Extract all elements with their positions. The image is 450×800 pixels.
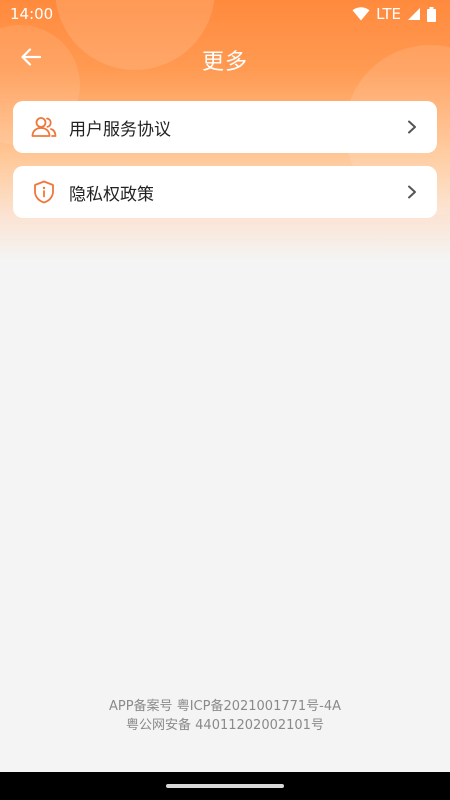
- menu-item-label: 用户服务协议: [69, 119, 171, 140]
- status-bar: 14:00 LTE: [0, 0, 450, 28]
- page-title: 更多: [201, 50, 248, 75]
- police-filing-text: 粤公网安备 44011202002101号: [126, 718, 324, 733]
- status-time: 14:00: [10, 5, 54, 23]
- home-indicator[interactable]: [166, 784, 284, 788]
- chevron-right-icon: [405, 185, 419, 199]
- chevron-right-icon: [405, 120, 419, 134]
- navigation-bar: 更多: [0, 36, 450, 82]
- menu-item-privacy-policy[interactable]: 隐私权政策: [13, 166, 437, 218]
- footer-filing-info: APP备案号 粤ICP备2021001771号-4A 粤公网安备 4401120…: [0, 697, 450, 735]
- system-navigation-bar: [0, 772, 450, 800]
- battery-icon: [427, 6, 436, 22]
- wifi-icon: [352, 7, 370, 21]
- network-type: LTE: [376, 5, 401, 23]
- menu-list: 用户服务协议 隐私权政策: [13, 101, 437, 231]
- users-icon: [31, 114, 57, 140]
- status-indicators: LTE: [352, 5, 436, 23]
- signal-icon: [407, 7, 421, 21]
- menu-item-label: 隐私权政策: [69, 184, 154, 205]
- shield-info-icon: [31, 179, 57, 205]
- icp-filing-text: APP备案号 粤ICP备2021001771号-4A: [108, 699, 342, 714]
- menu-item-user-agreement[interactable]: 用户服务协议: [13, 101, 437, 153]
